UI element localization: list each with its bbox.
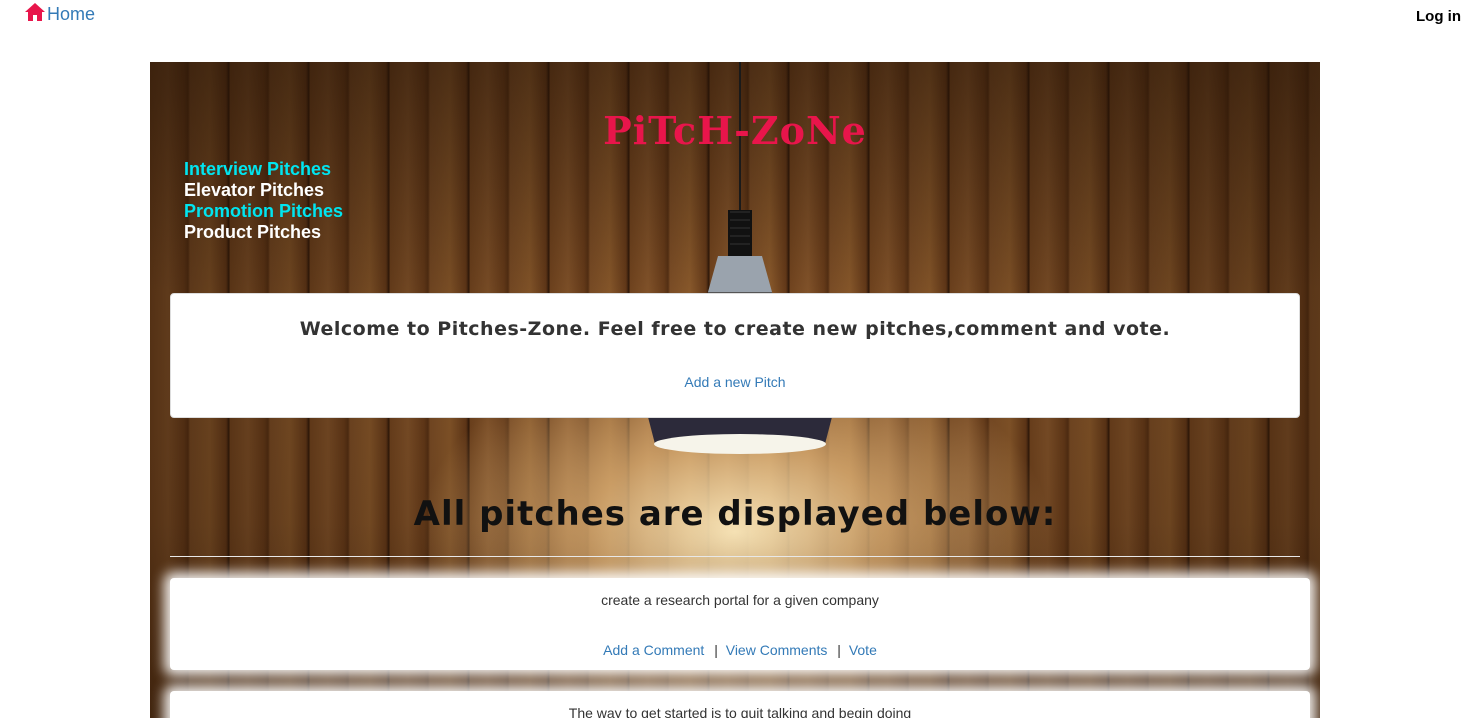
home-icon bbox=[25, 3, 47, 26]
section-divider bbox=[170, 556, 1300, 557]
home-link[interactable]: Home bbox=[25, 3, 95, 26]
pitch-text: create a research portal for a given com… bbox=[601, 592, 879, 608]
home-label: Home bbox=[47, 4, 96, 24]
vote-link[interactable]: Vote bbox=[849, 642, 877, 658]
login-link[interactable]: Log in bbox=[1416, 8, 1461, 25]
view-comments-link[interactable]: View Comments bbox=[726, 642, 828, 658]
pitch-text: The way to get started is to quit talkin… bbox=[568, 705, 912, 718]
top-navbar: Home Log in bbox=[0, 0, 1480, 40]
welcome-message: Welcome to Pitches-Zone. Feel free to cr… bbox=[299, 318, 1171, 340]
add-pitch-link[interactable]: Add a new Pitch bbox=[171, 374, 1299, 390]
category-interview-pitches[interactable]: Interview Pitches bbox=[184, 159, 343, 180]
action-separator: | bbox=[714, 642, 718, 658]
category-promotion-pitches[interactable]: Promotion Pitches bbox=[184, 201, 343, 222]
pitch-actions: Add a Comment | View Comments | Vote bbox=[170, 642, 1310, 658]
hero-banner: PiTcH-ZoNe Interview Pitches Elevator Pi… bbox=[150, 62, 1320, 718]
category-product-pitches[interactable]: Product Pitches bbox=[184, 222, 343, 243]
pitch-card: The way to get started is to quit talkin… bbox=[170, 691, 1310, 718]
pitch-card: create a research portal for a given com… bbox=[170, 578, 1310, 670]
site-title: PiTcH-ZoNe bbox=[603, 108, 867, 153]
add-comment-link[interactable]: Add a Comment bbox=[603, 642, 704, 658]
action-separator: | bbox=[837, 642, 841, 658]
pitches-heading: All pitches are displayed below: bbox=[413, 494, 1057, 534]
category-elevator-pitches[interactable]: Elevator Pitches bbox=[184, 180, 343, 201]
category-list: Interview Pitches Elevator Pitches Promo… bbox=[184, 159, 343, 243]
welcome-panel: Welcome to Pitches-Zone. Feel free to cr… bbox=[170, 293, 1300, 418]
